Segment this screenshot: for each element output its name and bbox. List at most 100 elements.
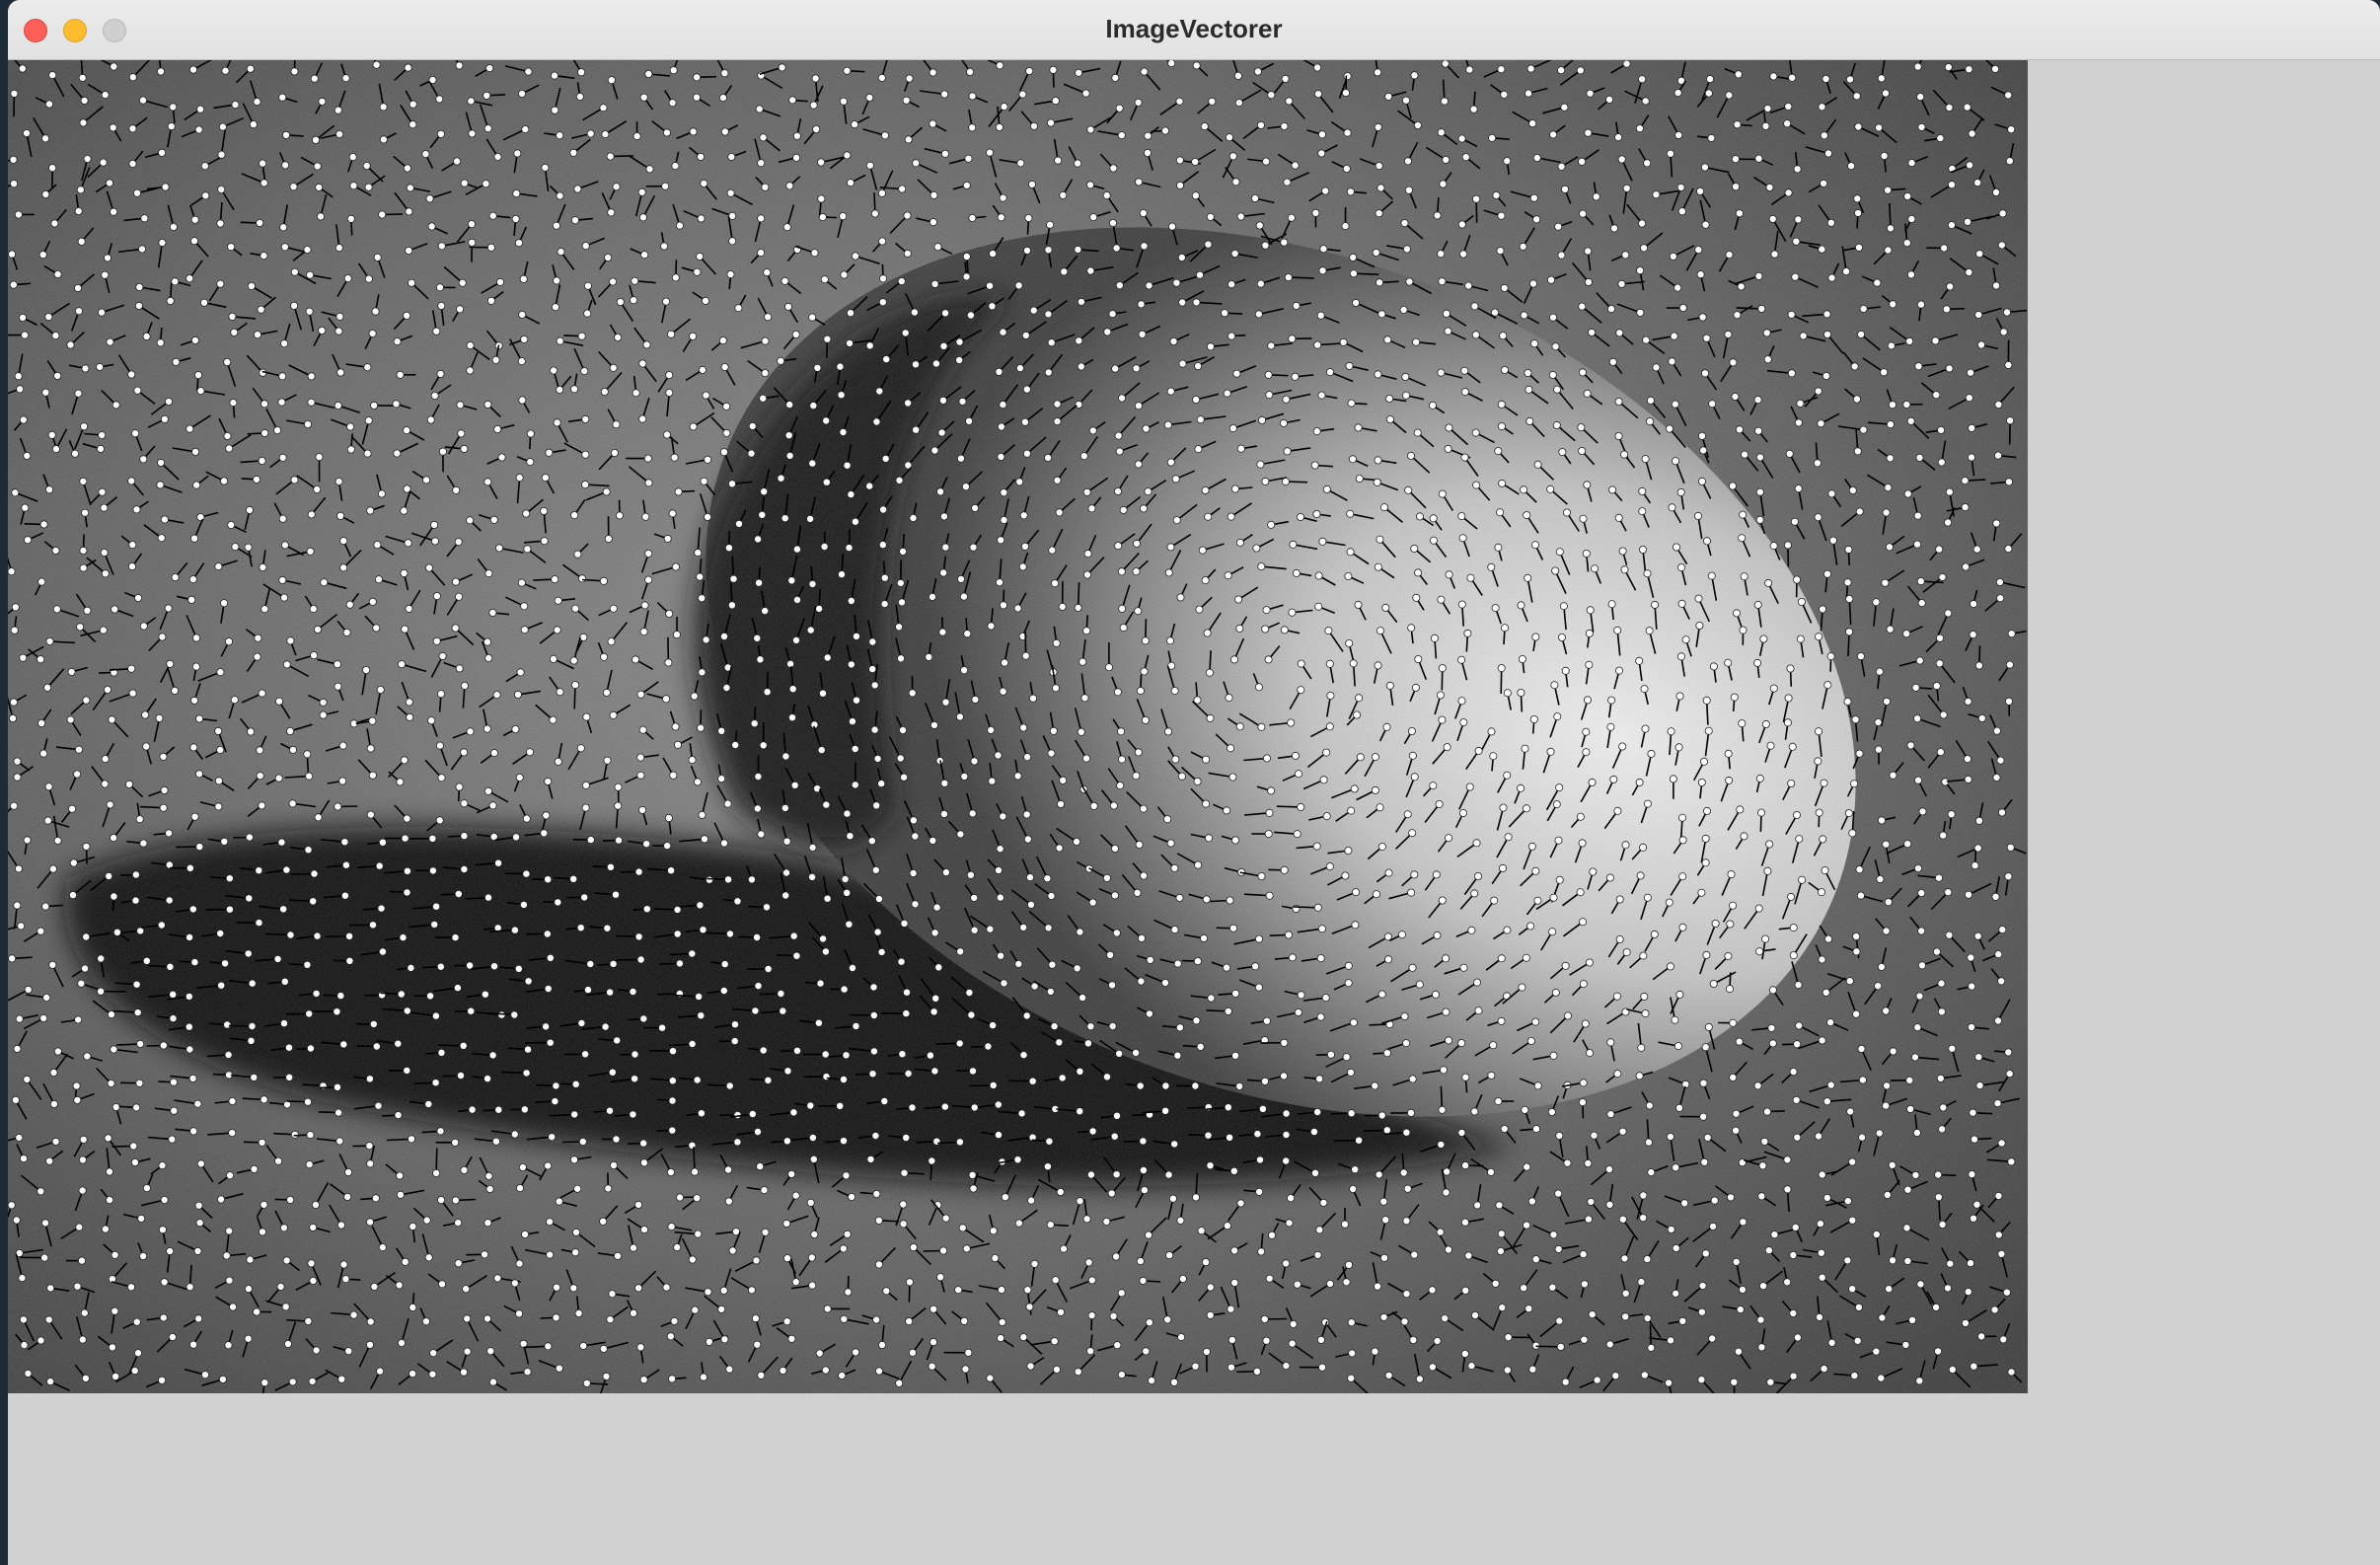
vector-dot	[580, 893, 589, 902]
vector-dot	[97, 444, 106, 453]
vector-dot	[1465, 782, 1474, 791]
vector-dot	[1440, 1066, 1449, 1075]
vector-dot	[1935, 873, 1944, 882]
vector-dot	[1430, 536, 1439, 545]
vector-dot	[581, 803, 590, 812]
vector-dot	[615, 836, 624, 845]
vector-dot	[277, 838, 286, 847]
vector-dot	[1827, 273, 1836, 282]
vector-dot	[1992, 774, 2001, 782]
vector-dot	[231, 543, 240, 552]
vector-dot	[1442, 155, 1450, 164]
vector-dot	[403, 814, 411, 823]
vector-dot	[636, 753, 645, 762]
vector-dot	[280, 977, 289, 986]
vector-dot	[281, 130, 290, 139]
vector-dot	[333, 660, 341, 669]
vector-dot	[1977, 340, 1986, 349]
vector-dot	[1910, 1053, 1919, 1062]
vector-dot	[484, 569, 493, 578]
vector-dot	[822, 478, 831, 486]
vector-dot	[693, 73, 702, 82]
vector-dot	[1267, 91, 1276, 100]
vector-dot	[1261, 625, 1270, 633]
vector-dot	[819, 689, 828, 698]
vector-dot	[284, 1043, 293, 1052]
vector-dot	[1499, 863, 1508, 872]
vector-dot	[286, 931, 295, 939]
vector-dot	[1635, 1072, 1644, 1081]
vector-dot	[1678, 923, 1687, 932]
vector-dot	[1769, 542, 1778, 551]
vector-dot	[258, 456, 266, 465]
vector-dot	[408, 278, 416, 287]
vector-dot	[541, 474, 550, 483]
vector-dot	[634, 867, 643, 876]
vector-dot	[47, 430, 56, 439]
vector-dot	[930, 190, 938, 199]
vector-dot	[937, 428, 946, 437]
title-bar[interactable]: ImageVectorer	[8, 0, 2380, 60]
image-canvas[interactable]	[8, 60, 2028, 1393]
vector-dot	[1787, 780, 1796, 788]
vector-dot	[1045, 1137, 1054, 1146]
vector-dot	[902, 96, 911, 105]
vector-dot	[1972, 545, 1981, 554]
vector-dot	[581, 1050, 590, 1059]
vector-dot	[1622, 60, 1631, 68]
vector-dot	[701, 835, 709, 844]
vector-dot	[1763, 355, 1772, 364]
vector-dot	[313, 625, 322, 633]
vector-dot	[253, 652, 261, 661]
vector-dot	[1585, 660, 1594, 669]
vector-dot	[1445, 834, 1453, 843]
vector-dot	[1028, 1077, 1037, 1085]
vector-dot	[1343, 72, 1352, 81]
vector-dot	[1442, 954, 1450, 963]
vector-dot	[1201, 485, 1210, 494]
vector-dot	[106, 800, 114, 809]
vector-dot	[1795, 1021, 1804, 1030]
vector-dot	[1845, 628, 1854, 636]
vector-dot	[847, 309, 855, 318]
vector-dot	[870, 681, 879, 690]
vector-dot	[1140, 871, 1149, 880]
vector-dot	[1614, 431, 1623, 440]
vector-dot	[186, 424, 194, 433]
vector-dot	[644, 575, 653, 584]
vector-dot	[1974, 1053, 1983, 1062]
vector-dot	[376, 686, 385, 695]
vector-dot	[257, 305, 265, 314]
vector-dot	[1349, 269, 1358, 278]
vector-dot	[403, 484, 411, 493]
vector-dot	[996, 578, 1004, 587]
vector-dot	[586, 129, 595, 138]
vector-dot	[1726, 985, 1735, 994]
vector-dot	[1114, 486, 1123, 495]
vector-dot	[436, 129, 445, 138]
vector-dot	[1200, 122, 1209, 131]
vector-dot	[80, 422, 89, 431]
vector-dot	[71, 449, 80, 458]
vector-dot	[522, 1069, 531, 1078]
vector-dot	[1936, 748, 1945, 757]
vector-dot	[48, 164, 57, 173]
vector-dot	[1019, 723, 1028, 732]
vector-dot	[1132, 772, 1141, 781]
vector-dot	[1206, 212, 1215, 221]
vector-dot	[968, 213, 977, 222]
vector-dot	[612, 420, 621, 429]
vector-dot	[201, 191, 210, 200]
vector-dot	[576, 744, 585, 753]
vector-dot	[997, 422, 1005, 431]
vector-dot	[1902, 239, 1911, 248]
vector-dot	[1533, 460, 1542, 469]
vector-dot	[837, 391, 846, 400]
vector-dot	[1992, 726, 2001, 735]
vector-dot	[932, 903, 941, 912]
vector-dot	[110, 834, 118, 843]
vector-dot	[1814, 757, 1822, 766]
vector-dot	[751, 1006, 760, 1015]
vector-dot	[1355, 694, 1364, 703]
vector-dot	[782, 868, 791, 877]
